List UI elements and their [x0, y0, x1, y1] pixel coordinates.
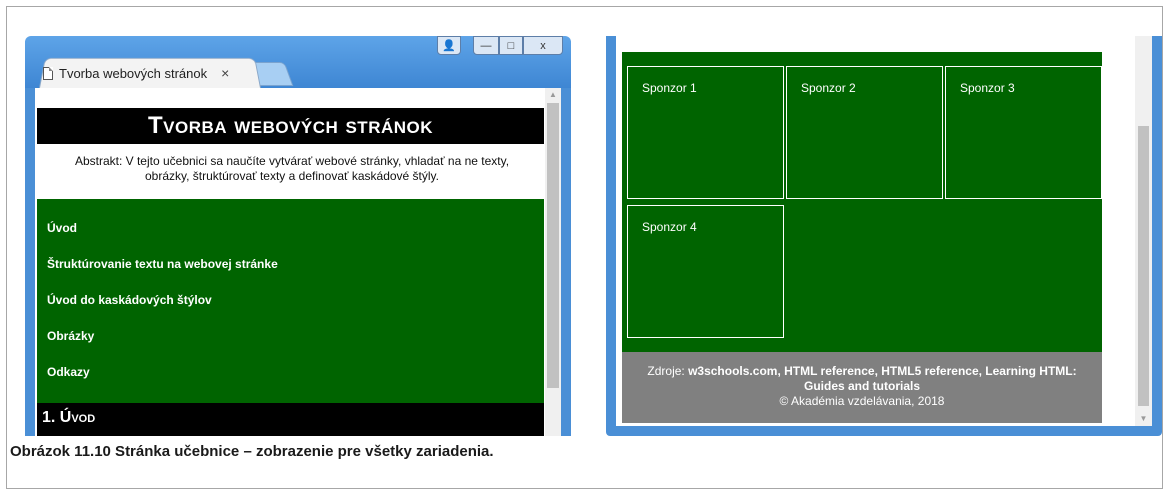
nav-item-uvod[interactable]: Úvod [47, 221, 77, 235]
scrollbar-thumb[interactable] [1138, 126, 1149, 406]
sponsor-box[interactable]: Sponzor 1 [627, 66, 784, 199]
abstract-line: Abstrakt: V tejto učebnici sa naučíte vy… [74, 154, 510, 168]
sources-links[interactable]: w3schools.com, HTML reference, HTML5 ref… [688, 364, 1077, 378]
site-title: Tvorba webových stránok [37, 108, 544, 144]
minimize-button[interactable]: — [473, 36, 499, 55]
tab-title: Tvorba webových stránok [59, 65, 208, 81]
vertical-scrollbar[interactable]: ▲ [545, 88, 561, 436]
scroll-up-icon[interactable]: ▲ [545, 88, 561, 102]
page-viewport: Sponzor 1 Sponzor 2 Sponzor 3 Sponzor 4 … [616, 36, 1135, 426]
sources-links[interactable]: Guides and tutorials [804, 379, 920, 393]
sponsor-section: Sponzor 1 Sponzor 2 Sponzor 3 Sponzor 4 [622, 52, 1102, 352]
section-heading: 1. Úvod [37, 403, 544, 436]
nav-item-strukturovanie[interactable]: Štruktúrovanie textu na webovej stránke [47, 257, 278, 271]
user-icon[interactable]: 👤 [437, 36, 461, 55]
figure-caption: Obrázok 11.10 Stránka učebnice – zobraze… [10, 443, 494, 460]
scroll-down-icon[interactable]: ▼ [1135, 412, 1152, 426]
close-window-button[interactable]: x [523, 36, 563, 55]
abstract-line: obrázky, štruktúrovať texty a definovať … [144, 169, 440, 183]
page-viewport: Tvorba webových stránok Abstrakt: V tejt… [35, 88, 545, 436]
maximize-button[interactable]: □ [499, 36, 523, 55]
sources-prefix: Zdroje: [647, 364, 689, 378]
tab-close-icon[interactable]: × [221, 65, 229, 81]
vertical-scrollbar[interactable]: ▼ [1135, 36, 1152, 426]
sponsor-box[interactable]: Sponzor 3 [945, 66, 1102, 199]
nav-item-odkazy[interactable]: Odkazy [47, 365, 90, 379]
scrollbar-thumb[interactable] [547, 103, 559, 388]
sources-line: Guides and tutorials [622, 379, 1102, 394]
document-icon [43, 66, 53, 80]
window-border [561, 88, 571, 436]
window-border [25, 88, 35, 436]
sources-line: Zdroje: w3schools.com, HTML reference, H… [622, 364, 1102, 379]
browser-window-left: 👤 — □ x Tvorba webových stránok × Tvorba… [25, 36, 571, 436]
copyright: © Akadémia vzdelávania, 2018 [779, 394, 945, 408]
nav-item-css[interactable]: Úvod do kaskádových štýlov [47, 293, 212, 307]
page-footer: Zdroje: w3schools.com, HTML reference, H… [622, 352, 1102, 423]
abstract: Abstrakt: V tejto učebnici sa naučíte vy… [47, 154, 537, 184]
tab-content: Tvorba webových stránok × [43, 63, 229, 83]
sponsor-box[interactable]: Sponzor 4 [627, 205, 784, 338]
sponsor-box[interactable]: Sponzor 2 [786, 66, 943, 199]
nav-item-obrazky[interactable]: Obrázky [47, 329, 94, 343]
browser-window-right: Sponzor 1 Sponzor 2 Sponzor 3 Sponzor 4 … [606, 36, 1162, 436]
nav-menu: Úvod Štruktúrovanie textu na webovej str… [37, 199, 544, 403]
